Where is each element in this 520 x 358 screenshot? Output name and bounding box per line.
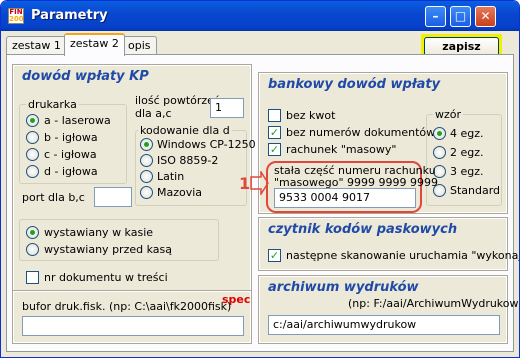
printer-b-label: b - igłowa: [44, 131, 98, 144]
encoding-mazovia-label: Mazovia: [157, 186, 203, 199]
fiscal-buffer-panel: bufor druk.fisk. (np: C:\aai\fk2000fisk)…: [12, 290, 252, 344]
encoding-latin-label: Latin: [157, 170, 185, 183]
bank-panel: bankowy dowód wpłaty bez kwot ✓ bez nume…: [258, 72, 508, 214]
close-icon: ✕: [480, 9, 491, 23]
copies-label-1: ilość powtórzeń: [135, 94, 221, 107]
printer-c-radio[interactable]: [26, 148, 39, 161]
tab-zestaw-1[interactable]: zestaw 1: [6, 36, 67, 55]
pattern-4-radio[interactable]: [433, 127, 446, 140]
minimize-icon: –: [432, 9, 439, 23]
mass-account-checkbox[interactable]: ✓: [268, 143, 281, 156]
encoding-latin-radio[interactable]: [140, 170, 153, 183]
copies-input[interactable]: 1: [210, 98, 244, 118]
encoding-cp1250-label: Windows CP-1250: [157, 138, 256, 151]
copies-label-2: dla a,c: [135, 107, 172, 120]
pattern-group-label: wzór: [433, 108, 464, 121]
next-scan-label: następne skanowanie uruchamia "wykonaj": [286, 249, 520, 262]
printer-group: drukarka a - laserowa b - igłowa c - igł…: [19, 98, 127, 184]
encoding-group-label: kodowanie dla d: [138, 124, 232, 137]
encoding-iso-label: ISO 8859-2: [157, 154, 219, 167]
printer-a-label: a - laserowa: [44, 114, 111, 127]
archive-hint: (np: F:/aai/ArchiwumWydrukow): [348, 297, 520, 310]
printer-d-label: d - igłowa: [44, 165, 98, 178]
encoding-mazovia-radio[interactable]: [140, 186, 153, 199]
issued-group: wystawiany w kasie wystawiany przed kasą: [19, 219, 219, 261]
pattern-group: wzór 4 egz. 2 egz. 3 egz. Standard: [426, 108, 502, 206]
pattern-3-label: 3 egz.: [450, 165, 484, 178]
spec-label: spec: [222, 293, 251, 306]
no-doc-numbers-label: bez numerów dokumentów: [286, 126, 436, 139]
fiscal-buffer-input[interactable]: [22, 316, 244, 336]
doc-number-in-content-checkbox[interactable]: [26, 271, 39, 284]
fiscal-buffer-label: bufor druk.fisk. (np: C:\aai\fk2000fisk): [22, 300, 232, 313]
app-icon: FIN 2000: [8, 8, 24, 24]
port-input[interactable]: [94, 187, 132, 207]
printer-c-label: c - igłowa: [44, 148, 97, 161]
tab-page-zestaw-2: dowód wpłaty KP drukarka a - laserowa b …: [6, 54, 519, 352]
tab-opis[interactable]: opis: [122, 36, 157, 55]
barcode-panel: czytnik kodów paskowych ✓ następne skano…: [258, 217, 519, 271]
issued-in-cashbox-label: wystawiany w kasie: [44, 226, 154, 239]
pattern-4-label: 4 egz.: [450, 127, 484, 140]
doc-number-in-content-label: nr dokumentu w treści: [44, 271, 168, 284]
barcode-title: czytnik kodów paskowych: [260, 219, 506, 241]
pattern-2-label: 2 egz.: [450, 146, 484, 159]
printer-a-radio[interactable]: [26, 114, 39, 127]
printer-group-label: drukarka: [26, 98, 79, 111]
parametry-window: FIN 2000 Parametry – □ ✕ zestaw 1 zestaw…: [0, 0, 520, 358]
archive-title: archiwum wydruków: [260, 277, 506, 299]
pattern-2-radio[interactable]: [433, 146, 446, 159]
fixed-part-input[interactable]: 9533 0004 9017: [274, 188, 416, 208]
archive-path-input[interactable]: c:/aai/archiwumwydrukow: [268, 315, 500, 335]
printer-b-radio[interactable]: [26, 131, 39, 144]
app-icon-line-2: 2000: [9, 15, 24, 23]
maximize-icon: □: [454, 9, 467, 23]
next-scan-checkbox[interactable]: ✓: [268, 249, 281, 262]
kp-title: dowód wpłaty KP: [14, 66, 250, 88]
mass-account-label: rachunek "masowy": [286, 143, 397, 156]
encoding-iso-radio[interactable]: [140, 154, 153, 167]
callout-arrow-icon: [250, 171, 269, 195]
maximize-button[interactable]: □: [450, 6, 471, 27]
archive-panel: archiwum wydruków (np: F:/aai/ArchiwumWy…: [258, 275, 519, 344]
no-amounts-checkbox[interactable]: [268, 109, 281, 122]
no-doc-numbers-checkbox[interactable]: ✓: [268, 126, 281, 139]
issued-in-cashbox-radio[interactable]: [26, 226, 39, 239]
issued-before-cashbox-radio[interactable]: [26, 243, 39, 256]
encoding-group: kodowanie dla d Windows CP-1250 ISO 8859…: [135, 124, 256, 206]
tab-zestaw-2[interactable]: zestaw 2: [64, 33, 125, 56]
encoding-cp1250-radio[interactable]: [140, 138, 153, 151]
kp-panel: dowód wpłaty KP drukarka a - laserowa b …: [12, 64, 256, 292]
title-bar[interactable]: FIN 2000 Parametry – □ ✕: [1, 1, 519, 31]
issued-before-cashbox-label: wystawiany przed kasą: [44, 243, 172, 256]
no-amounts-label: bez kwot: [286, 109, 336, 122]
minimize-button[interactable]: –: [425, 6, 446, 27]
printer-d-radio[interactable]: [26, 165, 39, 178]
bank-title: bankowy dowód wpłaty: [260, 74, 506, 96]
pattern-standard-label: Standard: [450, 184, 501, 197]
port-label: port dla b,c: [22, 191, 85, 204]
close-button[interactable]: ✕: [475, 6, 496, 27]
window-title: Parametry: [31, 8, 108, 23]
